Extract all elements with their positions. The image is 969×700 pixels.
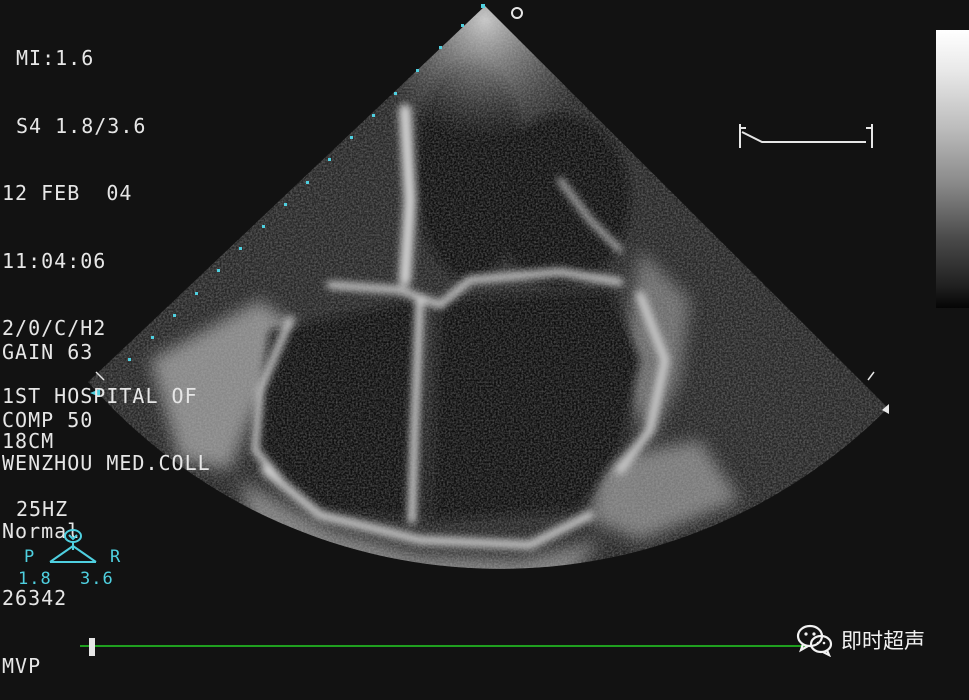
probe-orientation-indicator: P R 1.8 3.6 [14,528,144,592]
probe-right-label: R [110,547,122,567]
study-time: 11:04:06 [2,248,107,273]
wechat-icon [796,624,833,657]
edge-tick-right [867,371,875,381]
orientation-circle-icon [511,7,523,19]
grayscale-bar [936,30,969,308]
depth-readout: 18CM [2,429,55,453]
probe-left-label: P [24,547,36,567]
study-date: 12 FEB 04 [2,181,133,205]
cine-timeline[interactable] [80,636,810,658]
depth-gauge-bracket [739,124,873,148]
probe-left-value: 1.8 [18,569,52,589]
probe-frequency: S4 1.8/3.6 [16,113,147,138]
frame-rate-readout: 25HZ [16,496,69,521]
watermark-text: 即时超声 [841,629,925,653]
mi-readout: MI:1.6 [16,46,95,70]
probe-right-value: 3.6 [80,569,114,589]
timeline-cursor[interactable] [89,638,95,656]
gain-readout: GAIN 63 [2,340,94,364]
watermark: 即时超声 [795,622,925,658]
depth-settings: 18CM 25HZ [2,385,68,543]
